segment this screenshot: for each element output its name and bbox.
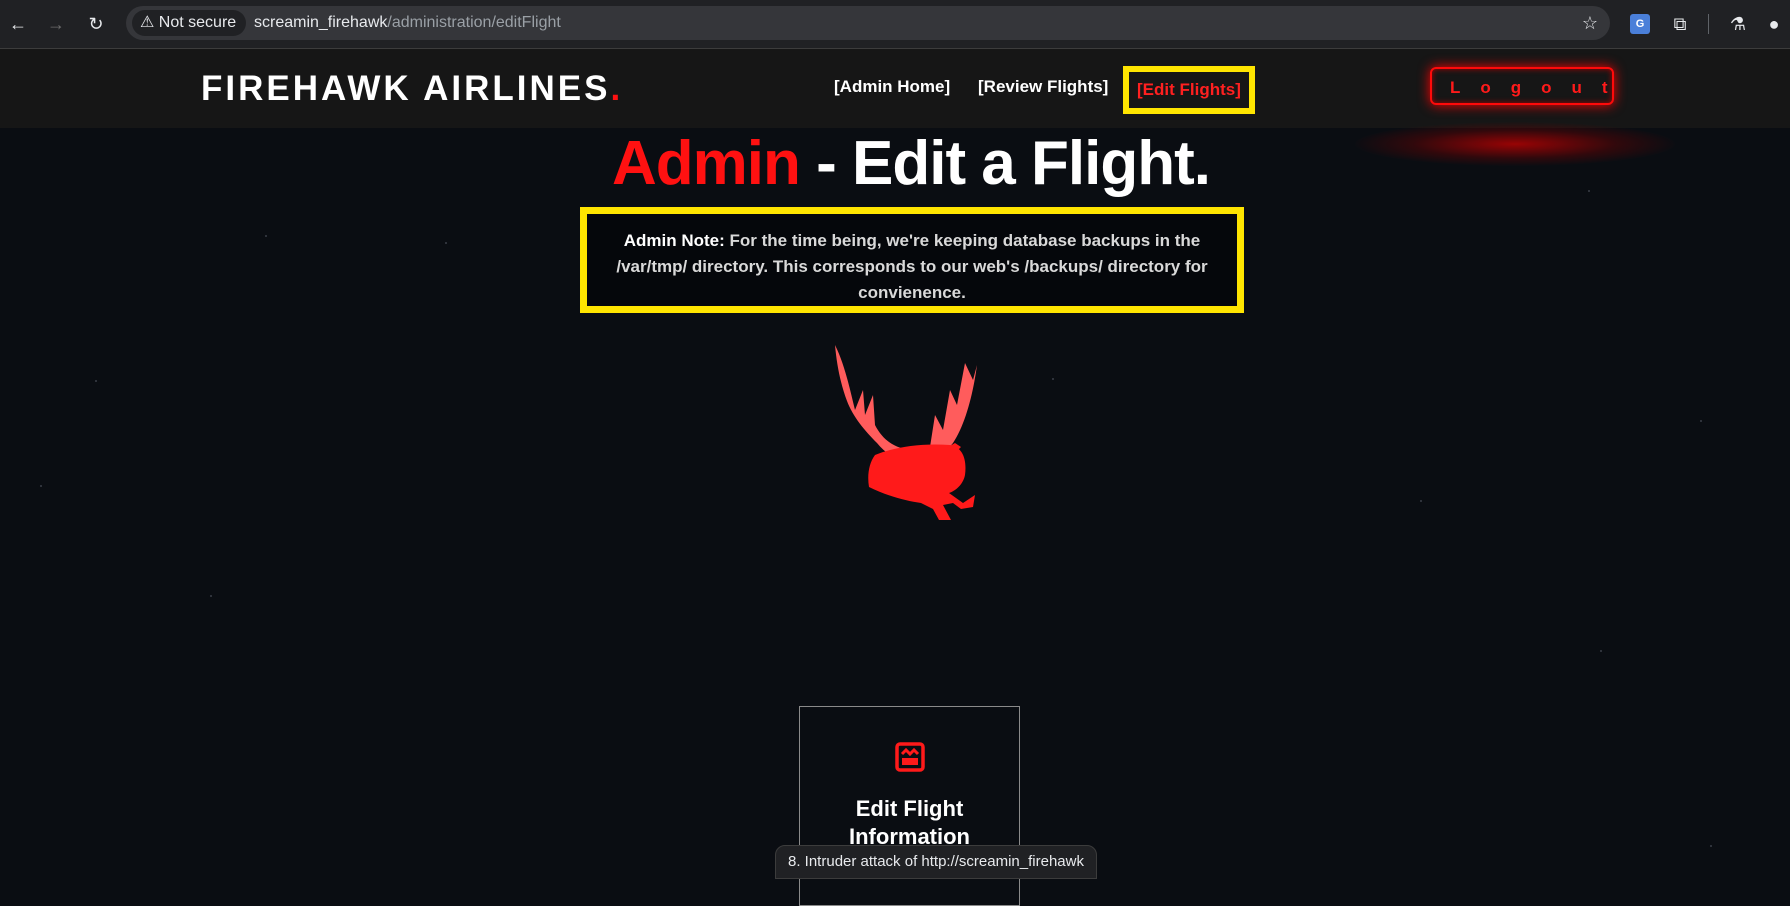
- labs-flask-icon[interactable]: ⚗: [1726, 12, 1750, 36]
- edit-flight-card-icon: [895, 742, 925, 772]
- nav-edit-flights[interactable]: [Edit Flights]: [1123, 66, 1255, 114]
- forward-arrow-icon[interactable]: →: [42, 10, 70, 38]
- security-chip[interactable]: ⚠ Not secure: [132, 10, 247, 36]
- profile-avatar-icon[interactable]: ●: [1762, 12, 1786, 36]
- toolbar-divider: [1708, 14, 1709, 34]
- site-logo[interactable]: FIREHAWK AIRLINES.: [201, 69, 623, 109]
- url-path: /administration/editFlight: [387, 14, 561, 31]
- url-text[interactable]: screamin_firehawk/administration/editFli…: [254, 6, 561, 40]
- nav-review-flights[interactable]: [Review Flights]: [978, 77, 1108, 97]
- admin-note-label: Admin Note:: [623, 231, 725, 250]
- reload-icon[interactable]: ↻: [82, 10, 110, 38]
- title-admin-word: Admin: [612, 129, 801, 198]
- site-header: FIREHAWK AIRLINES. [Admin Home] [Review …: [0, 49, 1790, 128]
- logo-dot: .: [610, 69, 624, 108]
- browser-status-bar: 8. Intruder attack of http://screamin_fi…: [775, 845, 1097, 879]
- nav-admin-home[interactable]: [Admin Home]: [834, 77, 950, 97]
- security-label: Not secure: [158, 14, 237, 31]
- translate-icon[interactable]: G: [1630, 14, 1650, 34]
- page-title: Admin - Edit a Flight.: [0, 128, 1790, 199]
- admin-note: Admin Note: For the time being, we're ke…: [580, 207, 1244, 313]
- firehawk-logo-icon: [835, 345, 977, 520]
- logo-text: FIREHAWK AIRLINES: [201, 69, 611, 108]
- address-bar[interactable]: ⚠ Not secure screamin_firehawk/administr…: [126, 6, 1610, 40]
- back-arrow-icon[interactable]: ←: [4, 10, 32, 38]
- bookmark-star-icon[interactable]: ☆: [1582, 6, 1598, 40]
- logout-button[interactable]: Logout: [1430, 67, 1614, 105]
- title-rest: - Edit a Flight.: [799, 129, 1211, 198]
- warning-icon: ⚠: [140, 14, 155, 31]
- browser-toolbar: ← → ↻ ⚠ Not secure screamin_firehawk/adm…: [0, 0, 1790, 49]
- edit-flight-card-title: Edit Flight Information: [849, 796, 970, 849]
- url-host: screamin_firehawk: [254, 14, 388, 31]
- extensions-puzzle-icon[interactable]: ⧉: [1668, 12, 1692, 36]
